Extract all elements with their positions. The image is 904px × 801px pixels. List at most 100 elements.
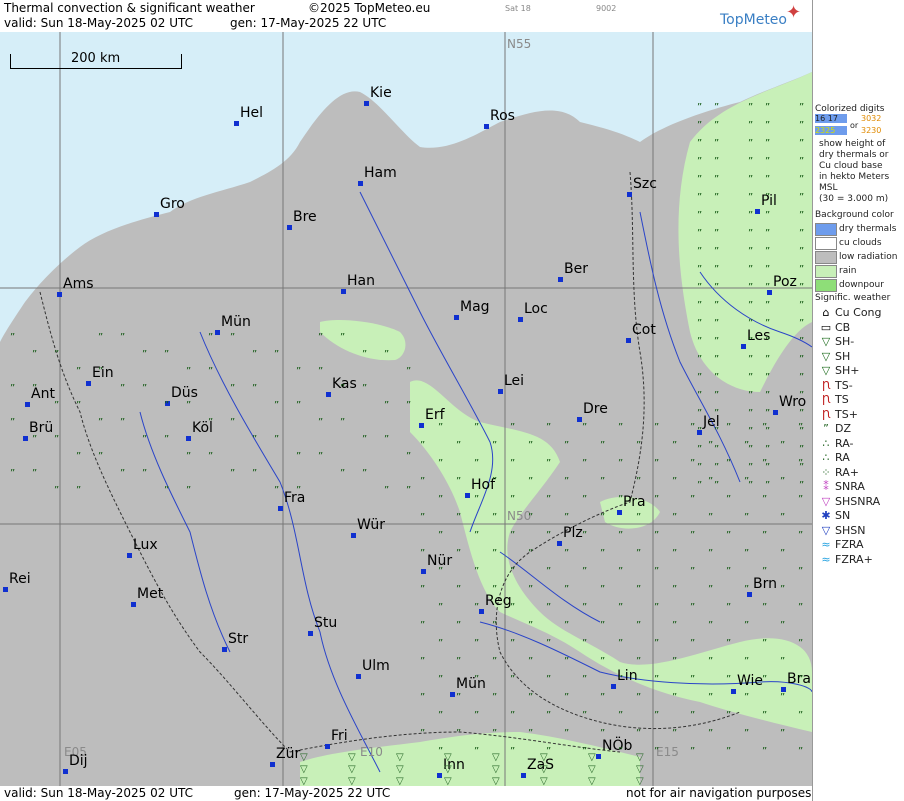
drizzle-icon: ” — [510, 746, 516, 757]
drizzle-icon: ” — [438, 674, 444, 685]
drizzle-icon: ” — [748, 138, 754, 149]
drizzle-icon: ” — [528, 728, 534, 739]
legend-digits-example-a: 16 17 — [815, 114, 847, 123]
footer-generated: gen: 17-May-2025 22 UTC — [234, 786, 391, 800]
drizzle-icon: ” — [296, 451, 302, 462]
drizzle-icon: ” — [546, 422, 552, 433]
drizzle-icon: ” — [654, 458, 660, 469]
legend-symbol-label: CB — [835, 320, 851, 334]
drizzle-icon: ” — [618, 746, 624, 757]
drizzle-icon: ” — [546, 710, 552, 721]
drizzle-icon: ” — [208, 366, 214, 377]
drizzle-icon: ” — [186, 451, 192, 462]
drizzle-icon: ” — [780, 476, 786, 487]
drizzle-icon: ” — [406, 366, 412, 377]
drizzle-icon: ” — [76, 366, 82, 377]
drizzle-icon: ” — [654, 530, 660, 541]
drizzle-icon: ” — [546, 458, 552, 469]
drizzle-icon: ” — [600, 728, 606, 739]
drizzle-icon: ” — [714, 300, 720, 311]
drizzle-icon: ” — [420, 620, 426, 631]
city-marker — [351, 533, 356, 538]
drizzle-icon: ” — [798, 746, 804, 757]
drizzle-icon: ” — [600, 620, 606, 631]
drizzle-icon: ” — [438, 746, 444, 757]
drizzle-icon: ” — [765, 246, 771, 257]
drizzle-icon: ” — [672, 692, 678, 703]
drizzle-icon: ” — [564, 620, 570, 631]
drizzle-icon: ” — [474, 638, 480, 649]
drizzle-icon: ” — [618, 422, 624, 433]
drizzle-icon: ” — [636, 620, 642, 631]
legend-digits-line: dry thermals or — [819, 150, 889, 160]
drizzle-icon: ” — [762, 494, 768, 505]
drizzle-icon: ” — [636, 728, 642, 739]
drizzle-icon: ” — [765, 138, 771, 149]
drizzle-icon: ” — [672, 656, 678, 667]
drizzle-icon: ” — [708, 692, 714, 703]
drizzle-icon: ” — [546, 566, 552, 577]
drizzle-icon: ” — [799, 282, 805, 293]
drizzle-icon: ” — [186, 485, 192, 496]
drizzle-icon: ” — [492, 440, 498, 451]
city-marker — [419, 423, 424, 428]
drizzle-icon: ” — [420, 440, 426, 451]
drizzle-icon: ” — [618, 710, 624, 721]
legend-symbol-row: Ꞃ TS+ — [817, 408, 858, 421]
drizzle-icon: ” — [748, 462, 754, 473]
legend-symbol-row: ▽ SH — [817, 350, 851, 363]
drizzle-icon: ” — [748, 408, 754, 419]
drizzle-icon: ” — [697, 102, 703, 113]
drizzle-icon: ” — [726, 638, 732, 649]
drizzle-icon: ” — [120, 383, 126, 394]
drizzle-icon: ” — [510, 602, 516, 613]
drizzle-icon: ” — [10, 417, 16, 428]
drizzle-icon: ” — [654, 494, 660, 505]
weather-map[interactable]: 200 km N55 N50 E05 E10 E15 Hel Kie Ros Ham S… — [0, 32, 812, 786]
drizzle-icon: ” — [672, 440, 678, 451]
drizzle-icon: ” — [186, 366, 192, 377]
drizzle-icon: ▽ — [396, 752, 404, 763]
thunderstorm-light-icon: Ꞃ — [821, 378, 831, 392]
snow-rain-shower-icon: ▽ — [821, 494, 831, 508]
city-marker — [421, 569, 426, 574]
drizzle-icon: ” — [420, 512, 426, 523]
legend-digits-title: Colorized digits — [815, 104, 885, 114]
snow-rain-icon: ⁑ — [823, 480, 829, 493]
drizzle-icon: ▽ — [636, 776, 644, 786]
drizzle-icon: ” — [438, 710, 444, 721]
legend-symbol-row: ✱ SN — [817, 509, 850, 522]
drizzle-icon: ” — [799, 480, 805, 491]
city-marker — [215, 330, 220, 335]
legend-symbol-row: ▽ SHSN — [817, 523, 866, 537]
drizzle-icon: ” — [636, 692, 642, 703]
city-label: Plz — [563, 525, 583, 541]
legend-swatch — [815, 223, 837, 236]
legend-symbol-label: FZRA+ — [835, 552, 873, 566]
drizzle-icon: ” — [420, 728, 426, 739]
drizzle-icon: ” — [762, 530, 768, 541]
city-label: Poz — [773, 274, 797, 290]
drizzle-icon: ” — [697, 174, 703, 185]
drizzle-icon: ” — [600, 512, 606, 523]
city-label: Ulm — [362, 658, 390, 674]
snow-shower-icon: ▽ — [821, 523, 831, 537]
legend-panel: Colorized digits 16 17 or 3032 2325 3230… — [812, 0, 904, 801]
city-marker — [63, 769, 68, 774]
drizzle-icon: ” — [798, 566, 804, 577]
freezing-rain-heavy-icon: ≈ — [821, 552, 831, 566]
city-marker — [131, 602, 136, 607]
city-marker — [23, 436, 28, 441]
drizzle-icon: ” — [340, 332, 346, 343]
drizzle-icon: ” — [799, 102, 805, 113]
drizzle-icon: ” — [528, 620, 534, 631]
drizzle-icon: ” — [420, 692, 426, 703]
drizzle-icon: ▽ — [636, 764, 644, 775]
drizzle-icon: ” — [762, 638, 768, 649]
city-marker — [3, 587, 8, 592]
drizzle-icon: ” — [32, 383, 38, 394]
drizzle-icon: ” — [672, 584, 678, 595]
legend-digits-example-b2: 3230 — [861, 126, 882, 135]
legend-symbol-row: ⁘ RA+ — [817, 466, 859, 479]
drizzle-icon: ” — [714, 336, 720, 347]
